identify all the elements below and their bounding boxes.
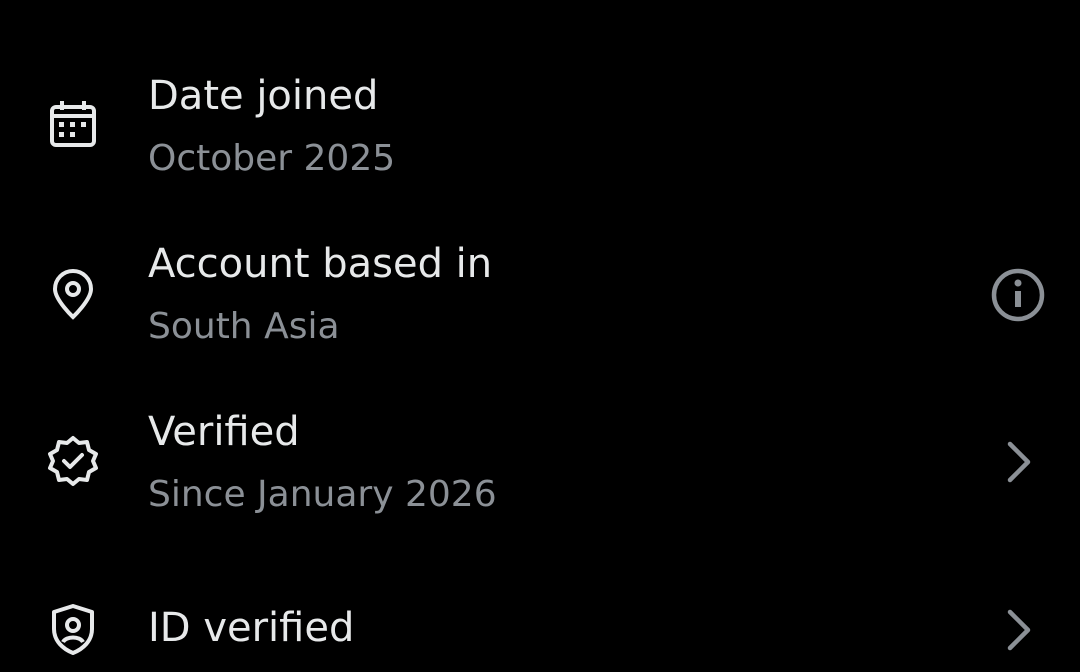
item-title: Date joined [148, 73, 379, 119]
location-pin-icon [46, 267, 100, 321]
about-item-id-verified[interactable]: ID verified [0, 504, 1080, 672]
chevron-right-icon[interactable] [990, 434, 1046, 490]
id-shield-icon [46, 602, 100, 656]
info-icon[interactable] [990, 267, 1046, 323]
about-item-date-joined: Date joined October 2025 [0, 0, 1080, 179]
chevron-right-icon[interactable] [990, 602, 1046, 658]
about-item-verified[interactable]: Verified Since January 2026 [0, 336, 1080, 515]
item-title: ID verified [148, 605, 355, 651]
about-item-account-based-in: Account based in South Asia [0, 168, 1080, 347]
calendar-icon [46, 98, 100, 152]
item-title: Account based in [148, 241, 493, 287]
verified-badge-icon [46, 434, 100, 488]
item-title: Verified [148, 409, 300, 455]
